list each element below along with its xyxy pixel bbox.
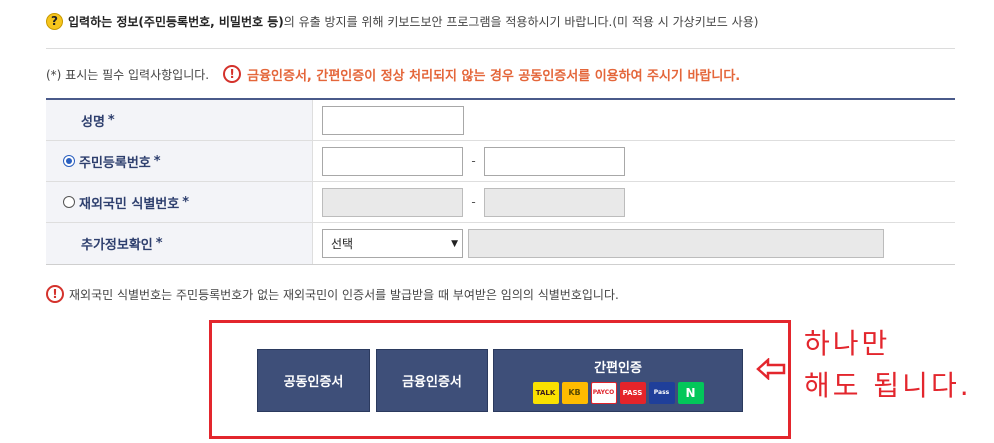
joint-certificate-button[interactable]: 공동인증서 [257, 349, 370, 412]
identity-form: 성명 * 주민등록번호 * - 재외국민 식별번호 * - 추가정보확인 * 선… [46, 98, 955, 265]
foreign-label-text: 재외국민 식별번호 [79, 196, 180, 212]
foreign-front-input[interactable] [322, 187, 463, 217]
form-row-rrn: 주민등록번호 * - [46, 141, 955, 182]
foreign-label: 재외국민 식별번호 * [46, 182, 313, 222]
form-row-extra: 추가정보확인 * 선택 ▼ [46, 223, 955, 264]
rrn-label-text: 주민등록번호 [79, 155, 151, 171]
simple-auth-label: 간편인증 [594, 361, 642, 376]
certificate-warning-text: 금융인증서, 간편인증이 정상 처리되지 않는 경우 공동인증서를 이용하여 주… [247, 68, 741, 84]
exclamation-icon: ! [46, 285, 64, 303]
annotation-line-1: 하나만 [804, 327, 891, 360]
financial-certificate-button[interactable]: 금융인증서 [376, 349, 488, 412]
name-label-text: 성명 [81, 114, 105, 130]
form-row-name: 성명 * [46, 100, 955, 141]
naver-icon: N [677, 382, 704, 404]
kb-icon: KB [561, 382, 588, 404]
extra-value-cell: 선택 ▼ [313, 223, 955, 264]
name-label: 성명 * [46, 100, 313, 140]
question-icon: ? [46, 12, 63, 30]
notice-bold-text: 입력하는 정보(주민등록번호, 비밀번호 등) [68, 14, 284, 29]
required-fields-text: (*) 표시는 필수 입력사항입니다. [46, 67, 210, 82]
notice-text: 의 유출 방지를 위해 키보드보안 프로그램을 적용하시기 바랍니다.(미 적용… [283, 14, 759, 29]
foreign-value-cell: - [313, 182, 955, 222]
payco-icon: PAYCO [590, 382, 617, 404]
foreign-radio-wrap[interactable]: 재외국민 식별번호 * [46, 193, 189, 212]
extra-info-select[interactable]: 선택 ▼ [322, 229, 463, 258]
financial-certificate-label: 금융인증서 [402, 375, 462, 390]
kakao-talk-icon: TALK [532, 382, 559, 404]
rrn-label: 주민등록번호 * [46, 141, 313, 181]
simple-auth-logos: TALK KB PAYCO PASS Pass N [532, 382, 704, 404]
rrn-value-cell: - [313, 141, 955, 181]
joint-certificate-label: 공동인증서 [283, 375, 344, 390]
annotation-line-2: 해도 됩니다. [804, 369, 972, 402]
footnote-text: 재외국민 식별번호는 주민등록번호가 없는 재외국민이 인증서를 발급받을 때 … [69, 287, 619, 302]
required-star: * [182, 194, 190, 210]
rrn-radio-wrap[interactable]: 주민등록번호 * [46, 152, 161, 171]
exclamation-icon: ! [223, 65, 242, 83]
required-info-row: (*) 표시는 필수 입력사항입니다. ! 금융인증서, 간편인증이 정상 처리… [46, 63, 740, 85]
foreign-dash: - [471, 195, 476, 209]
keyboard-security-notice: ? 입력하는 정보(주민등록번호, 비밀번호 등) 의 유출 방지를 위해 키보… [46, 11, 758, 31]
name-input[interactable] [322, 105, 464, 135]
foreign-id-footnote: ! 재외국민 식별번호는 주민등록번호가 없는 재외국민이 인증서를 발급받을 … [46, 284, 619, 304]
required-star: * [155, 236, 163, 251]
required-star: * [107, 112, 115, 128]
extra-label: 추가정보확인 * [46, 223, 313, 264]
simple-auth-button[interactable]: 간편인증 TALK KB PAYCO PASS Pass N [493, 349, 743, 412]
rrn-radio-button[interactable] [63, 155, 75, 167]
form-row-foreign: 재외국민 식별번호 * - [46, 182, 955, 223]
divider [46, 48, 955, 49]
foreign-radio-button[interactable] [63, 196, 75, 208]
required-star: * [153, 153, 161, 169]
extra-label-text: 추가정보확인 [81, 238, 153, 253]
pass-icon: PASS [619, 382, 646, 404]
samsung-pass-icon: Pass [648, 382, 675, 404]
foreign-back-input[interactable] [484, 187, 625, 217]
extra-info-input[interactable] [468, 229, 884, 258]
rrn-dash: - [471, 154, 476, 168]
rrn-back-input[interactable] [484, 146, 625, 176]
left-arrow-icon [756, 358, 786, 380]
name-value-cell [313, 100, 955, 140]
rrn-front-input[interactable] [322, 146, 463, 176]
caret-down-icon: ▼ [451, 238, 458, 249]
select-value: 선택 [331, 237, 354, 251]
